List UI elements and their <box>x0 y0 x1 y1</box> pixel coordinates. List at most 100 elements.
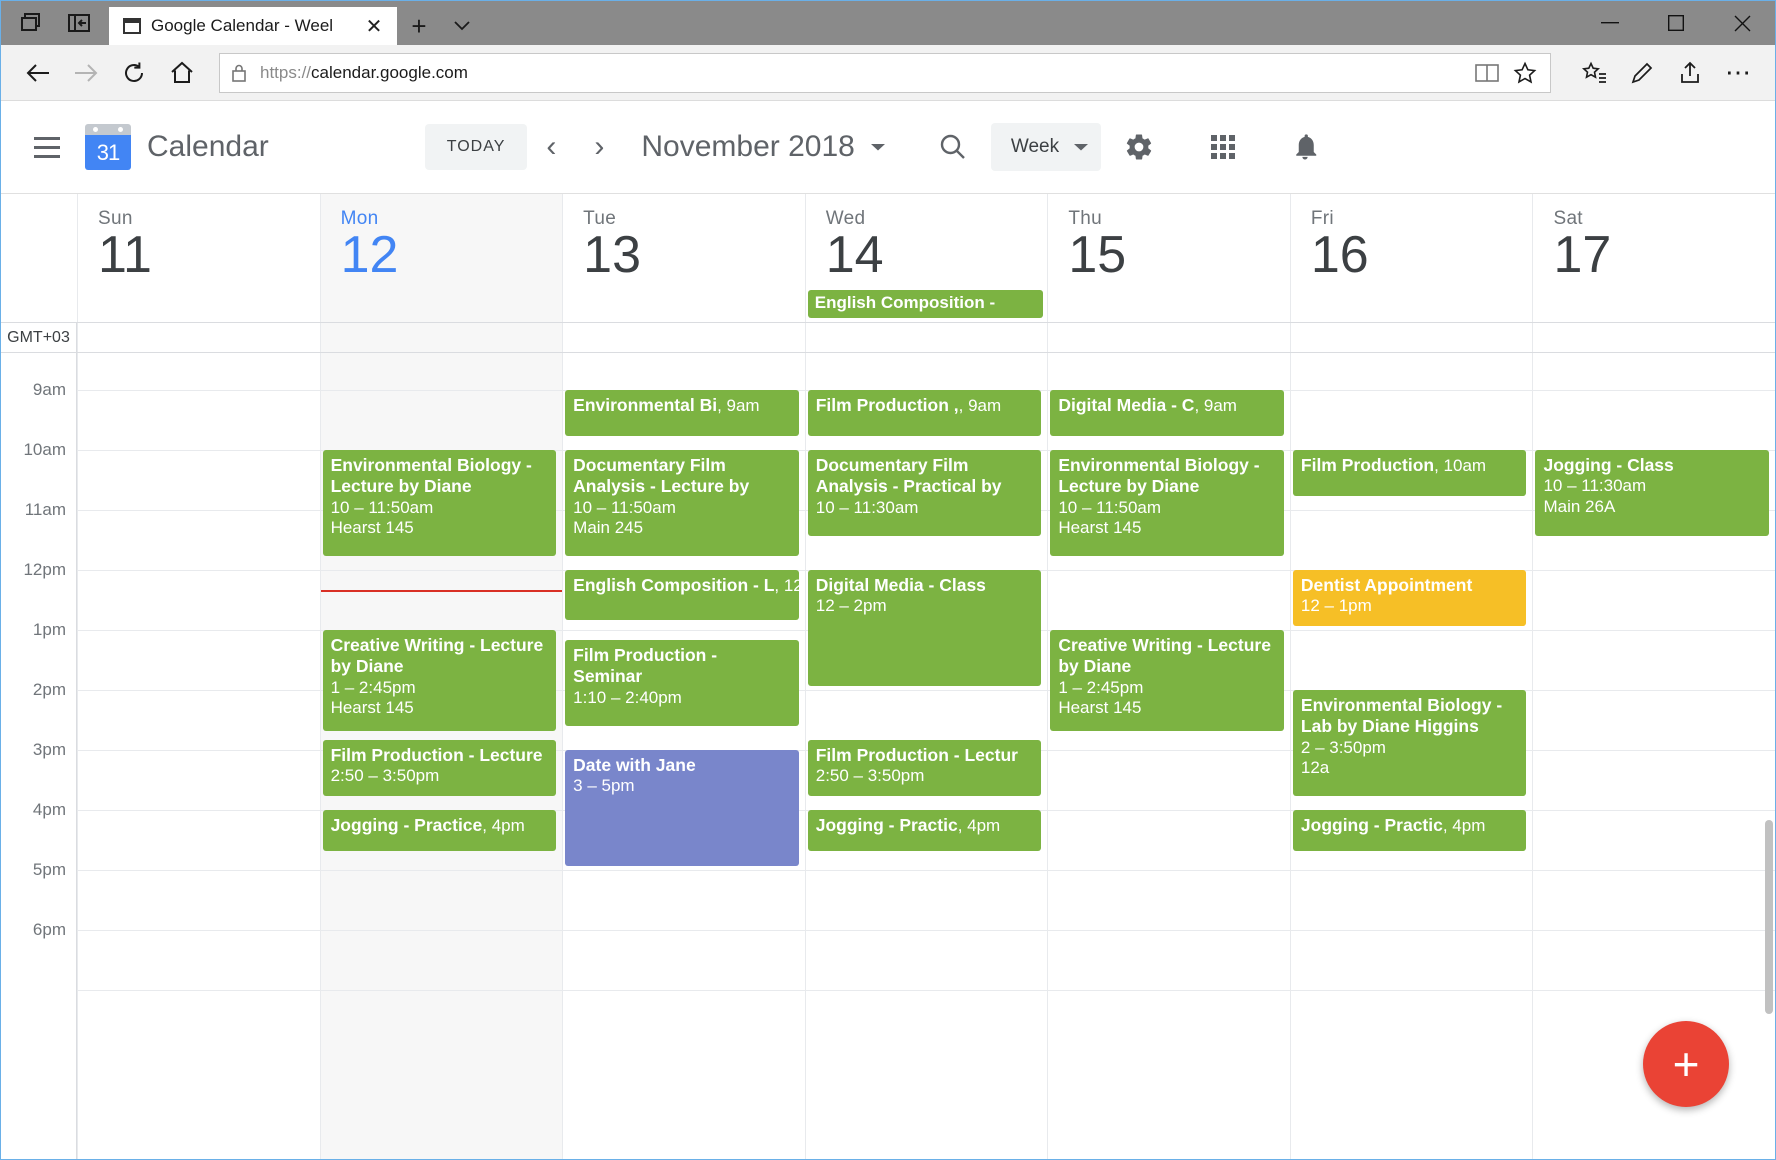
day-header-sun[interactable]: Sun 11 <box>77 194 320 322</box>
calendar-event[interactable]: Film Production ,, 9am <box>807 390 1042 436</box>
calendar-event[interactable]: Digital Media - Class 12 – 2pm <box>807 570 1042 686</box>
calendar-event[interactable]: Environmental Biology - Lecture by Diane… <box>322 450 557 556</box>
window-minimize-button[interactable] <box>1577 1 1643 45</box>
day-header-fri[interactable]: Fri 16 <box>1289 194 1533 322</box>
period-dropdown-icon[interactable] <box>861 130 895 164</box>
share-icon[interactable] <box>1667 50 1713 96</box>
calendar-event[interactable]: Dentist Appointment 12 – 1pm <box>1292 570 1527 626</box>
day-number[interactable]: 15 <box>1068 228 1290 283</box>
reload-icon[interactable] <box>111 50 157 96</box>
previous-period-icon[interactable]: ‹ <box>527 123 575 171</box>
settings-gear-icon[interactable] <box>1111 119 1167 175</box>
day-number[interactable]: 11 <box>98 228 320 283</box>
event-time: 12 – 2pm <box>815 596 887 616</box>
calendar-event[interactable]: Digital Media - C, 9am <box>1050 390 1284 436</box>
browser-tab[interactable]: Google Calendar - Weel ✕ <box>109 7 397 45</box>
day-column-sun[interactable] <box>77 353 320 1159</box>
calendar-event[interactable]: Film Production - Lectur 2:50 – 3:50pm <box>807 739 1042 796</box>
day-column-thu[interactable]: Digital Media - C, 9am Environmental Biol… <box>1047 353 1290 1159</box>
hour-grid[interactable]: 9am 10am 11am 12pm 1pm 2pm 3pm 4pm 5pm 6pm Enviro… <box>1 353 1775 1159</box>
day-header-thu[interactable]: Thu 15 <box>1047 194 1290 322</box>
day-header-row: Sun 11 Mon 12 Tue 13 Wed 14 English Composition … <box>1 194 1775 323</box>
event-time: , 9am <box>717 396 760 415</box>
address-bar-actions <box>1470 56 1542 90</box>
hour-gridline <box>78 870 320 871</box>
calendar-event[interactable]: English Composition - L, 12pm, CS 121 <box>565 570 799 620</box>
back-icon[interactable] <box>15 50 61 96</box>
notifications-bell-icon[interactable] <box>1277 119 1333 175</box>
day-header-gutter <box>1 194 77 322</box>
hour-gridline <box>805 990 1048 991</box>
web-note-icon[interactable] <box>1619 50 1665 96</box>
calendar-event[interactable]: Film Production, 10am <box>1292 450 1527 496</box>
calendar-header: 31 Calendar TODAY ‹ › November 2018 Week <box>1 101 1775 194</box>
window-close-button[interactable] <box>1709 1 1775 45</box>
event-title: Jogging - Practice <box>330 815 483 835</box>
today-button[interactable]: TODAY <box>424 124 528 170</box>
time-gutter: 9am 10am 11am 12pm 1pm 2pm 3pm 4pm 5pm 6pm <box>1 353 77 1159</box>
day-column-tue[interactable]: Environmental Bi, 9am Documentary Film An… <box>562 353 805 1159</box>
calendar-event[interactable]: Jogging - Practic, 4pm <box>807 810 1042 851</box>
calendar-event[interactable]: Jogging - Practice, 4pm <box>322 810 557 851</box>
timezone-cell <box>1532 323 1775 352</box>
home-icon[interactable] <box>159 50 205 96</box>
new-tab-button[interactable]: + <box>397 7 441 45</box>
vertical-scrollbar[interactable] <box>1763 353 1775 1159</box>
event-time: 3 – 5pm <box>573 776 635 796</box>
tab-preview-icon[interactable] <box>7 1 55 45</box>
calendar-event[interactable]: Environmental Biology - Lab by Diane Hig… <box>1292 690 1527 796</box>
create-event-button[interactable]: + <box>1643 1021 1729 1107</box>
day-header-wed[interactable]: Wed 14 English Composition - <box>804 194 1048 322</box>
day-number[interactable]: 12 <box>341 228 563 283</box>
scrollbar-thumb[interactable] <box>1765 820 1773 1014</box>
set-aside-tabs-icon[interactable] <box>55 1 103 45</box>
browser-titlebar: Google Calendar - Weel ✕ + <box>1 1 1775 45</box>
calendar-event[interactable]: Creative Writing - Lecture by Diane 1 – 2… <box>322 630 557 731</box>
search-icon[interactable] <box>925 119 981 175</box>
main-menu-icon[interactable] <box>23 123 71 171</box>
event-title: Creative Writing - Lecture by Diane <box>330 635 544 677</box>
day-number[interactable]: 16 <box>1311 228 1533 283</box>
browser-window: Google Calendar - Weel ✕ + https://calen… <box>0 0 1776 1160</box>
event-location: Hearst 145 <box>1058 518 1142 538</box>
view-selector[interactable]: Week <box>990 123 1102 171</box>
more-options-icon[interactable]: ⋯ <box>1715 50 1761 96</box>
day-column-wed[interactable]: Film Production ,, 9am Documentary Film A… <box>804 353 1048 1159</box>
address-bar[interactable]: https://calendar.google.com <box>219 52 1551 93</box>
day-header-tue[interactable]: Tue 13 <box>562 194 805 322</box>
calendar-event[interactable]: Creative Writing - Lecture by Diane 1 – 2… <box>1050 630 1284 731</box>
window-controls <box>1577 1 1775 45</box>
day-number[interactable]: 13 <box>583 228 805 283</box>
forward-icon[interactable] <box>63 50 109 96</box>
event-time: 10 – 11:30am <box>815 497 919 517</box>
day-number[interactable]: 14 <box>826 228 1048 283</box>
next-period-icon[interactable]: › <box>575 123 623 171</box>
event-time: 10 – 11:50am <box>1058 497 1162 517</box>
day-header-sat[interactable]: Sat 17 <box>1532 194 1775 322</box>
favorite-star-icon[interactable] <box>1508 56 1542 90</box>
window-maximize-button[interactable] <box>1643 1 1709 45</box>
calendar-event[interactable]: Environmental Bi, 9am <box>565 390 799 436</box>
tab-dropdown-icon[interactable] <box>441 7 483 45</box>
calendar-week-grid: Sun 11 Mon 12 Tue 13 Wed 14 English Composition … <box>1 194 1775 1159</box>
day-column-mon[interactable]: Environmental Biology - Lecture by Diane… <box>319 353 563 1159</box>
calendar-event[interactable]: Jogging - Practic, 4pm <box>1292 810 1527 851</box>
day-columns: Environmental Biology - Lecture by Diane… <box>77 353 1775 1159</box>
calendar-event[interactable]: Film Production - Lecture 2:50 – 3:50pm <box>322 739 557 796</box>
favorites-hub-icon[interactable] <box>1571 50 1617 96</box>
calendar-logo-icon: 31 <box>85 124 131 170</box>
calendar-event[interactable]: Jogging - Class 10 – 11:30am Main 26A <box>1535 450 1770 536</box>
calendar-event[interactable]: Environmental Biology - Lecture by Diane… <box>1050 450 1284 556</box>
day-number[interactable]: 17 <box>1553 228 1775 283</box>
day-column-fri[interactable]: Film Production, 10am Dentist Appointment… <box>1289 353 1533 1159</box>
apps-grid-icon[interactable] <box>1195 119 1251 175</box>
tab-close-icon[interactable]: ✕ <box>361 13 387 39</box>
calendar-event[interactable]: Documentary Film Analysis - Lecture by 10… <box>565 450 799 556</box>
reading-view-icon[interactable] <box>1470 56 1504 90</box>
all-day-event[interactable]: English Composition - <box>807 290 1044 318</box>
event-location: Main 26A <box>1543 497 1616 517</box>
calendar-event[interactable]: Documentary Film Analysis - Practical by… <box>807 450 1042 536</box>
day-header-mon[interactable]: Mon 12 <box>319 194 563 322</box>
calendar-event[interactable]: Date with Jane 3 – 5pm <box>565 750 799 866</box>
calendar-event[interactable]: Film Production - Seminar 1:10 – 2:40pm <box>565 639 799 726</box>
